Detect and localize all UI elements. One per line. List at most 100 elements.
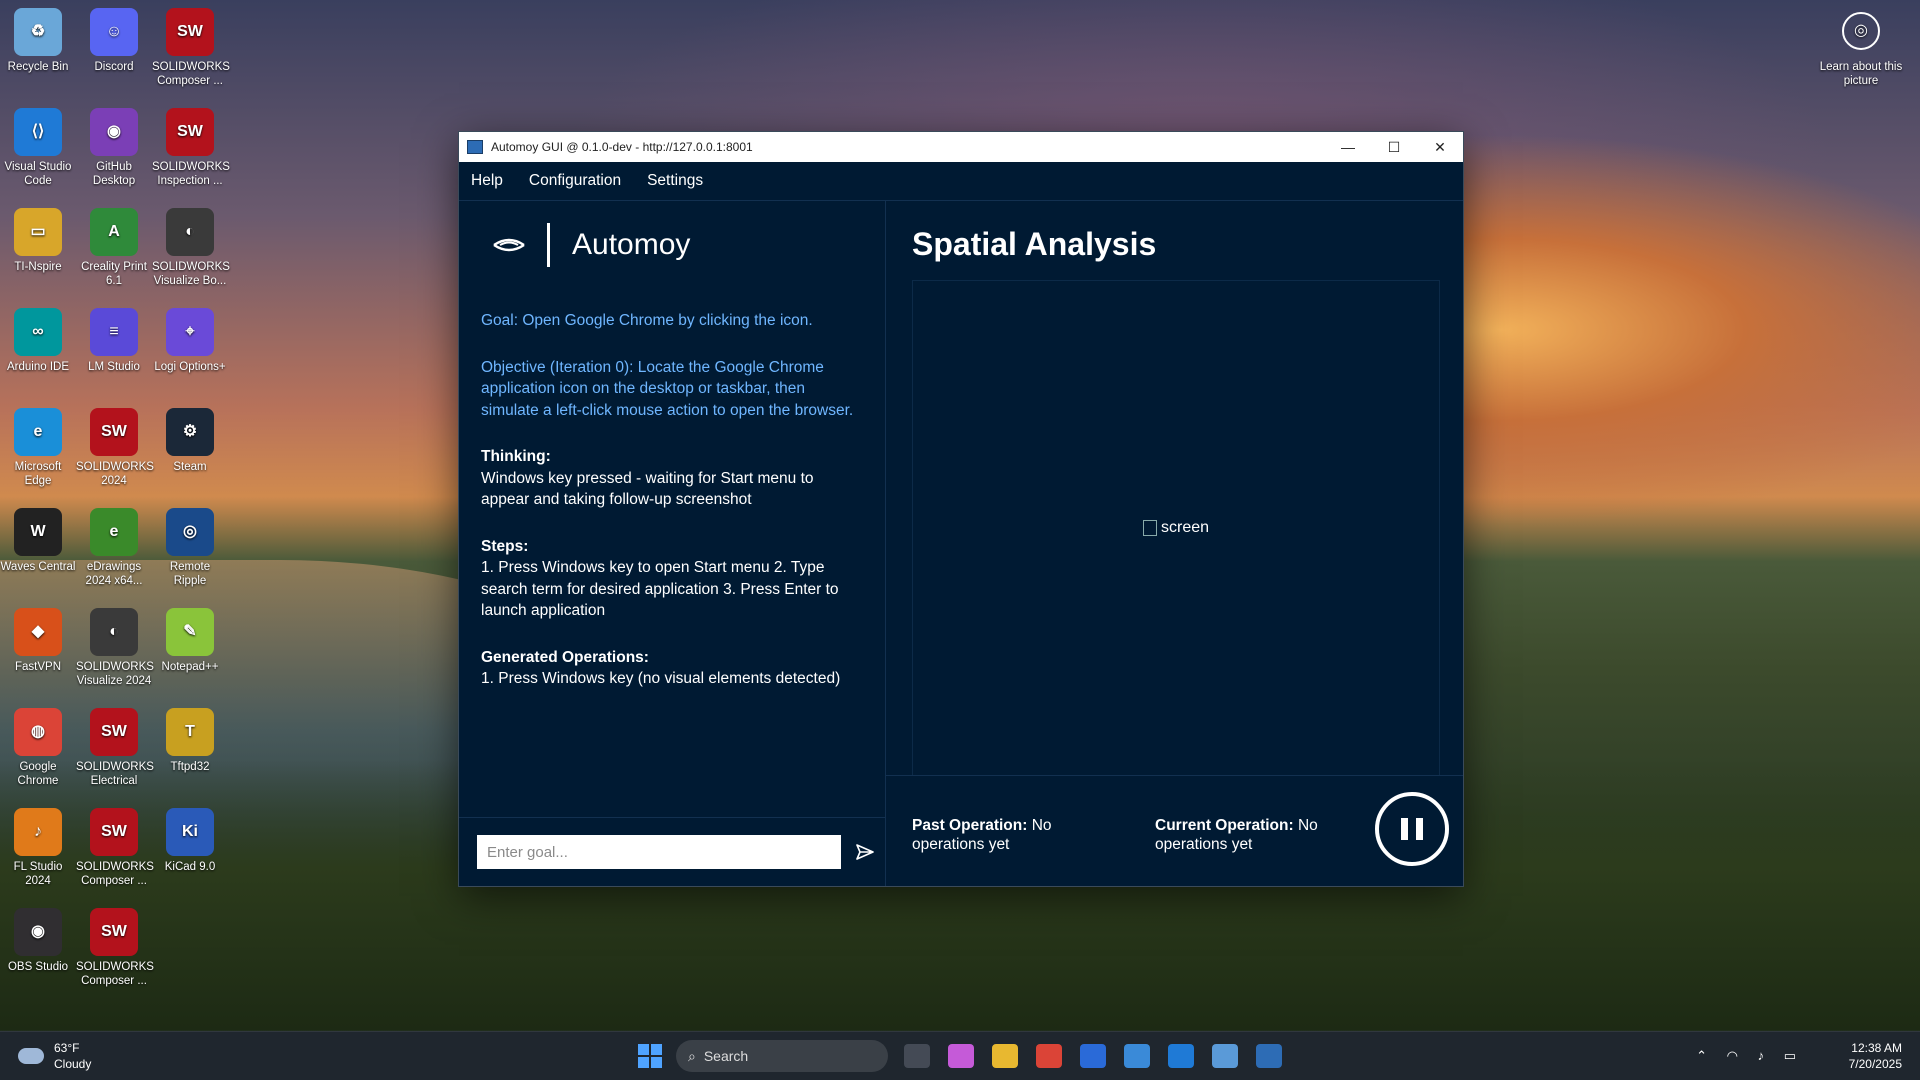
desktop-icon-label: SOLIDWORKS Composer ... [76,861,154,887]
taskbar-chrome-icon[interactable] [1036,1044,1062,1068]
camera-icon: ◎ [1842,12,1880,50]
clock-date: 7/20/2025 [1848,1057,1902,1071]
desktop-icon-label: GitHub Desktop [92,161,136,187]
steps-section: Steps: 1. Press Windows key to open Star… [481,536,865,622]
goal-input[interactable] [477,835,841,869]
learn-about-picture[interactable]: ◎ Learn about this picture [1816,12,1906,88]
desktop-icon[interactable]: ▭ TI-Nspire [0,200,76,274]
desktop-icon[interactable]: W Waves Central [0,500,76,574]
desktop-icon[interactable]: ⟨⟩ Visual Studio Code [0,100,76,188]
taskbar-file-explorer-icon[interactable] [992,1044,1018,1068]
desktop-icon[interactable]: ◉ OBS Studio [0,900,76,974]
desktop-icon[interactable]: T Tftpd32 [152,700,228,774]
windows-logo-tile [651,1044,662,1055]
desktop-icon[interactable]: SW SOLIDWORKS Composer ... [152,0,230,88]
steps-text: 1. Press Windows key to open Start menu … [481,559,839,619]
app-icon: W [14,508,62,556]
desktop-icon[interactable]: e eDrawings 2024 x64... [76,500,152,588]
taskbar-automoy-icon[interactable] [1256,1044,1282,1068]
desktop-icon[interactable]: ♪ FL Studio 2024 [0,800,76,888]
windows-logo-tile [651,1057,662,1068]
desktop-icon[interactable]: ☺ Discord [76,0,152,74]
app-icon: A [90,208,138,256]
app-icon: SW [90,808,138,856]
taskbar-vscode-icon[interactable] [1168,1044,1194,1068]
desktop-icon[interactable]: A Creality Print 6.1 [76,200,152,288]
menu-bar: Help Configuration Settings [459,162,1463,201]
taskbar: 63°F Cloudy ⌕ Search ⌃ ◠ ♪ ▭ 12:38 AM 7/… [0,1031,1920,1080]
desktop-icon[interactable]: SW SOLIDWORKS 2024 [76,400,154,488]
desktop-icon[interactable]: ◐ SOLIDWORKS Visualize Bo... [152,200,230,288]
desktop-icon[interactable]: ◍ Google Chrome [0,700,76,788]
app-icon: ▭ [14,208,62,256]
desktop-icon[interactable]: SW SOLIDWORKS Electrical [76,700,154,788]
desktop-icon[interactable]: ◐ SOLIDWORKS Visualize 2024 [76,600,154,688]
pause-icon [1401,818,1408,840]
taskbar-task-view-icon[interactable] [904,1044,930,1068]
maximize-button[interactable]: ☐ [1371,132,1417,162]
app-icon: ∞ [14,308,62,356]
brand-name: Automoy [572,228,691,261]
desktop-icon-label: Waves Central [0,561,76,573]
screenshot-image: screen [1142,519,1209,537]
send-button[interactable] [853,840,877,864]
minimize-button[interactable]: — [1325,132,1371,162]
taskbar-search[interactable]: ⌕ Search [676,1040,888,1072]
desktop-icon-label: eDrawings 2024 x64... [85,561,143,587]
desktop-icon-label: SOLIDWORKS Inspection ... [152,161,230,187]
close-button[interactable]: ✕ [1417,132,1463,162]
current-operation-label: Current Operation: [1155,817,1294,834]
app-icon: ◍ [14,708,62,756]
desktop-icon[interactable]: ∞ Arduino IDE [0,300,76,374]
desktop-icon[interactable]: ◆ FastVPN [0,600,76,674]
send-icon [856,844,874,860]
app-icon: ♻ [14,8,62,56]
desktop-icon-label: Discord [94,61,134,73]
agent-log: Goal: Open Google Chrome by clicking the… [459,290,885,690]
desktop-icon[interactable]: ⌖ Logi Options+ [152,300,228,374]
app-icon: ≡ [90,308,138,356]
pause-button[interactable] [1375,792,1449,866]
system-tray[interactable]: ⌃ ◠ ♪ ▭ [1696,1048,1804,1064]
taskbar-photos-icon[interactable] [1124,1044,1150,1068]
desktop-icon[interactable]: SW SOLIDWORKS Composer ... [76,800,154,888]
desktop-icon-label: Steam [173,461,207,473]
desktop-icon-label: Creality Print 6.1 [81,261,147,287]
app-icon: ⟨⟩ [14,108,62,156]
past-operation: Past Operation: No operations yet [912,816,1102,854]
weather-widget[interactable]: 63°F Cloudy [18,1040,91,1072]
menu-help[interactable]: Help [471,172,503,190]
desktop-icon[interactable]: ◎ Remote Ripple [152,500,228,588]
taskbar-copilot-icon[interactable] [948,1044,974,1068]
desktop-icon[interactable]: ♻ Recycle Bin [0,0,76,74]
desktop-icon-label: SOLIDWORKS Electrical [76,761,154,787]
desktop-icon[interactable]: ≡ LM Studio [76,300,152,374]
desktop-icon-label: SOLIDWORKS Composer ... [76,961,154,987]
desktop-icon[interactable]: ✎ Notepad++ [152,600,228,674]
menu-configuration[interactable]: Configuration [529,172,621,190]
desktop-icon-label: FastVPN [14,661,61,673]
window-titlebar[interactable]: Automoy GUI @ 0.1.0-dev - http://127.0.0… [459,132,1463,162]
menu-settings[interactable]: Settings [647,172,703,190]
weather-condition: Cloudy [54,1057,92,1071]
desktop-icon[interactable]: SW SOLIDWORKS Composer ... [76,900,154,988]
app-icon: ◎ [166,508,214,556]
desktop-icon-label: Logi Options+ [154,361,226,373]
windows-logo-tile [638,1057,649,1068]
weather-temp: 63°F [54,1041,80,1055]
desktop-icon[interactable]: ⚙ Steam [152,400,228,474]
desktop-icon-label: Visual Studio Code [4,161,72,187]
brand-divider [547,223,550,267]
desktop-icon[interactable]: e Microsoft Edge [0,400,76,488]
desktop-icon[interactable]: ◉ GitHub Desktop [76,100,152,188]
clock[interactable]: 12:38 AM 7/20/2025 [1849,1040,1902,1072]
desktop-icon[interactable]: Ki KiCad 9.0 [152,800,228,874]
screenshot-panel: screen [912,280,1440,776]
desktop-icon[interactable]: SW SOLIDWORKS Inspection ... [152,100,230,188]
taskbar-store-icon[interactable] [1080,1044,1106,1068]
desktop-icon-label: FL Studio 2024 [13,861,63,887]
clock-time: 12:38 AM [1851,1041,1902,1055]
taskbar-notepad-icon[interactable] [1212,1044,1238,1068]
start-button[interactable] [638,1044,662,1068]
app-icon: ◆ [14,608,62,656]
